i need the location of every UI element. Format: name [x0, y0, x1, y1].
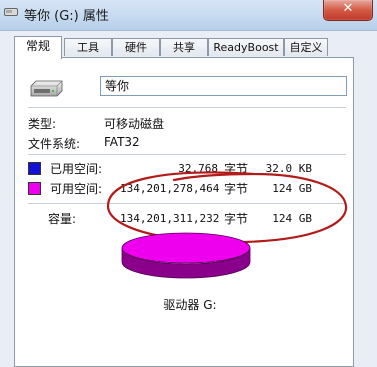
capacity-label: 容量:	[48, 212, 77, 226]
type-label: 类型:	[28, 117, 57, 131]
used-space-swatch	[28, 162, 41, 175]
used-space-bytes-unit: 字节	[224, 162, 249, 176]
close-icon: ✕	[342, 1, 354, 16]
tab-strip: 常规 工具 硬件 共享 ReadyBoost 自定义	[14, 36, 354, 59]
capacity-bytes: 134,201,311,232	[120, 212, 220, 225]
drive-caption: 驱动器 G:	[163, 298, 217, 312]
tab-customize[interactable]: 自定义	[284, 38, 328, 56]
free-space-bytes: 134,201,278,464	[120, 182, 220, 195]
tab-hardware[interactable]: 硬件	[112, 38, 160, 56]
used-space-bytes: 32,768	[178, 162, 218, 175]
drive-name-field[interactable]: 等你	[100, 76, 347, 96]
filesystem-value: FAT32	[104, 135, 140, 149]
tab-sharing[interactable]: 共享	[160, 38, 208, 56]
close-button[interactable]: ✕	[323, 0, 373, 21]
used-space-label: 已用空间:	[50, 162, 103, 176]
free-space-label: 可用空间:	[50, 182, 103, 196]
title-bar: 等你 (G:) 属性 ✕	[0, 0, 377, 31]
tab-tools[interactable]: 工具	[64, 38, 112, 56]
window-title: 等你 (G:) 属性	[24, 9, 109, 24]
filesystem-label: 文件系统:	[28, 137, 81, 151]
tab-general[interactable]: 常规	[14, 36, 62, 59]
tab-readyboost[interactable]: ReadyBoost	[208, 38, 284, 56]
drive-icon-small	[4, 8, 18, 16]
separator	[28, 154, 346, 156]
usage-pie-chart	[121, 232, 251, 279]
capacity-size: 124 GB	[272, 212, 312, 225]
used-space-size: 32.0 KB	[265, 162, 312, 175]
free-space-size: 124 GB	[272, 182, 312, 195]
capacity-bytes-unit: 字节	[224, 212, 249, 226]
separator	[28, 203, 346, 205]
removable-drive-icon	[30, 80, 63, 97]
free-space-bytes-unit: 字节	[224, 182, 249, 196]
separator	[28, 107, 346, 109]
type-value: 可移动磁盘	[104, 117, 165, 131]
free-space-swatch	[28, 182, 41, 195]
